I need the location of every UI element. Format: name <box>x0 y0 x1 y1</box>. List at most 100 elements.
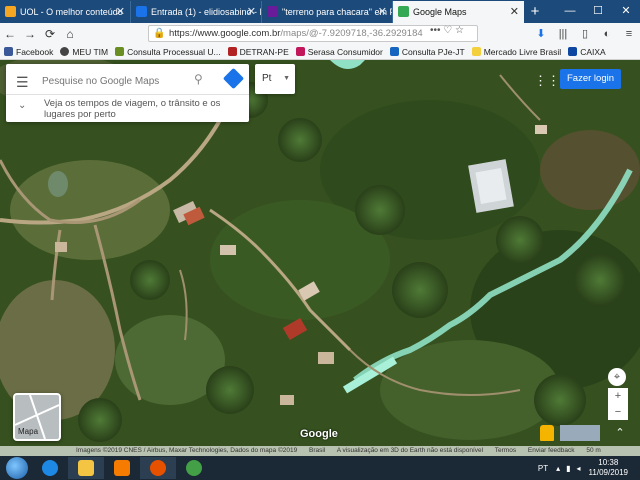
detran-icon <box>227 47 237 56</box>
imagery-strip-icon[interactable] <box>560 425 600 441</box>
minimize-icon[interactable]: — <box>556 0 584 23</box>
language-select[interactable]: Pt ▼ <box>255 64 295 94</box>
search-icon[interactable]: ⚲ <box>194 72 203 86</box>
bookmark-pje[interactable]: Consulta PJe-JT <box>389 46 465 57</box>
terms-link[interactable]: Termos <box>495 447 516 454</box>
bookmark-serasa[interactable]: Serasa Consumidor <box>295 47 383 57</box>
handshake-icon <box>471 47 481 56</box>
travel-hint-text: Veja os tempos de viagem, o trânsito e o… <box>44 98 221 120</box>
tab-google-maps[interactable]: Google Maps ✕ <box>393 1 524 23</box>
new-tab-plus-icon[interactable]: + <box>524 1 546 23</box>
tab-email[interactable]: Entrada (1) - elidiosabino - E ✕ <box>131 1 262 23</box>
globe-icon <box>60 47 70 56</box>
language-indicator[interactable]: PT <box>538 464 548 473</box>
firefox-icon <box>150 460 166 476</box>
bookmark-label: DETRAN-PE <box>239 46 289 57</box>
scale-label[interactable]: 50 m <box>586 447 600 454</box>
pocket-icon[interactable]: ♡ <box>443 25 452 36</box>
court-icon <box>115 47 125 56</box>
start-button[interactable] <box>6 457 28 479</box>
serasa-icon <box>295 47 305 56</box>
menu-icon[interactable]: ☰ <box>16 74 29 91</box>
search-card: ☰ ⚲ ⌄ Veja os tempos de viagem, o trânsi… <box>6 64 249 122</box>
url-bar[interactable]: 🔒 https://www.google.com.br/maps/@-7.920… <box>148 25 478 42</box>
lock-icon: 🔒 <box>153 28 166 39</box>
google-logo: Google <box>300 428 338 440</box>
folder-icon <box>78 460 94 476</box>
bookmarks-bar: Facebook MEU TIM Consulta Processual U..… <box>0 44 640 60</box>
tab-uol[interactable]: UOL - O melhor conteúdo ✕ <box>0 1 131 23</box>
media-player-icon <box>114 460 130 476</box>
pje-icon <box>389 47 399 56</box>
zoom-out-button[interactable]: − <box>608 404 628 420</box>
close-icon[interactable]: ✕ <box>378 1 387 23</box>
close-window-icon[interactable]: ✕ <box>612 0 640 23</box>
login-button[interactable]: Fazer login <box>560 69 621 89</box>
bookmark-facebook[interactable]: Facebook <box>4 47 53 57</box>
tray-arrow-icon[interactable]: ▴ <box>556 464 560 473</box>
bookmark-caixa[interactable]: CAIXA <box>568 47 606 57</box>
expand-icon[interactable]: ⌃ <box>610 425 630 441</box>
directions-icon[interactable] <box>222 67 245 90</box>
more-dots-icon[interactable]: ••• <box>430 25 441 36</box>
reload-icon[interactable]: ⟳ <box>40 27 60 41</box>
hamburger-menu-icon[interactable]: ≡ <box>618 28 640 40</box>
close-icon[interactable]: ✕ <box>510 1 519 23</box>
search-favicon-icon <box>267 6 278 17</box>
profile-icon[interactable]: ◐ <box>596 28 618 40</box>
map-layer-toggle[interactable]: Mapa <box>13 393 61 441</box>
forward-arrow-icon[interactable]: → <box>20 27 40 41</box>
tab-search[interactable]: "terreno para chacara" em P ✕ <box>262 1 393 23</box>
maximize-icon[interactable]: ☐ <box>584 0 612 23</box>
clock-date: 11/09/2019 <box>588 468 628 477</box>
compass-icon[interactable]: ⌖ <box>608 368 626 386</box>
bookmark-mercado-livre[interactable]: Mercado Livre Brasil <box>471 46 562 57</box>
url-path: /maps/@-7.9209718,-36.2929184 <box>280 28 423 39</box>
bookmark-label: Facebook <box>16 46 54 57</box>
bookmark-label: Mercado Livre Brasil <box>483 46 562 57</box>
travel-hint[interactable]: ⌄ Veja os tempos de viagem, o trânsito e… <box>6 94 249 122</box>
bookmark-consulta-processual[interactable]: Consulta Processual U... <box>115 47 221 57</box>
zoom-in-button[interactable]: + <box>608 388 628 404</box>
volume-icon[interactable]: ◂ <box>577 464 581 473</box>
caret-down-icon: ▼ <box>283 75 290 82</box>
facebook-icon <box>4 47 13 56</box>
chevron-down-icon: ⌄ <box>18 100 27 111</box>
3d-notice: A visualização em 3D do Earth não está d… <box>336 447 484 454</box>
bookmark-label: Consulta PJe-JT <box>401 46 465 57</box>
library-icon[interactable]: ||| <box>552 28 574 40</box>
close-icon[interactable]: ✕ <box>116 1 125 23</box>
tab-title: "terreno para chacara" em P <box>282 7 393 17</box>
close-icon[interactable]: ✕ <box>247 1 256 23</box>
clock[interactable]: 10:38 11/09/2019 <box>589 458 628 478</box>
tab-title: Entrada (1) - elidiosabino - E <box>151 7 262 17</box>
sidebar-icon[interactable]: ▯ <box>574 27 596 40</box>
bookmark-label: CAIXA <box>580 46 606 57</box>
taskbar-firefox[interactable] <box>140 457 176 479</box>
url-domain: https://www.google.com.br <box>169 28 281 39</box>
bookmark-star-icon[interactable]: ☆ <box>455 25 464 36</box>
maps-favicon-icon <box>398 6 409 17</box>
uol-favicon-icon <box>5 6 16 17</box>
bookmark-detran[interactable]: DETRAN-PE <box>227 46 289 57</box>
pegman-icon[interactable] <box>540 425 554 441</box>
download-icon[interactable]: ⬇ <box>530 27 552 40</box>
back-arrow-icon[interactable]: ← <box>0 27 20 41</box>
taskbar-explorer[interactable] <box>68 457 104 479</box>
windows-taskbar: PT ▴ ▮ ◂ 10:38 11/09/2019 <box>0 456 640 480</box>
tab-title: UOL - O melhor conteúdo <box>20 7 123 17</box>
taskbar-ie[interactable] <box>32 457 68 479</box>
region-link[interactable]: Brasil <box>309 447 325 454</box>
taskbar-media[interactable] <box>104 457 140 479</box>
bookmark-meu-tim[interactable]: MEU TIM <box>60 47 108 57</box>
search-input[interactable] <box>42 71 192 91</box>
map-footer: Imagens ©2019 CNES / Airbus, Maxar Techn… <box>0 446 640 456</box>
tab-title: Google Maps <box>413 7 467 17</box>
network-icon[interactable]: ▮ <box>566 464 570 473</box>
taskbar-chrome[interactable] <box>176 457 212 479</box>
feedback-link[interactable]: Enviar feedback <box>528 447 575 454</box>
home-icon[interactable]: ⌂ <box>60 27 80 41</box>
mail-favicon-icon <box>136 6 147 17</box>
system-tray: PT ▴ ▮ ◂ 10:38 11/09/2019 <box>538 456 640 480</box>
caixa-icon <box>568 47 578 56</box>
